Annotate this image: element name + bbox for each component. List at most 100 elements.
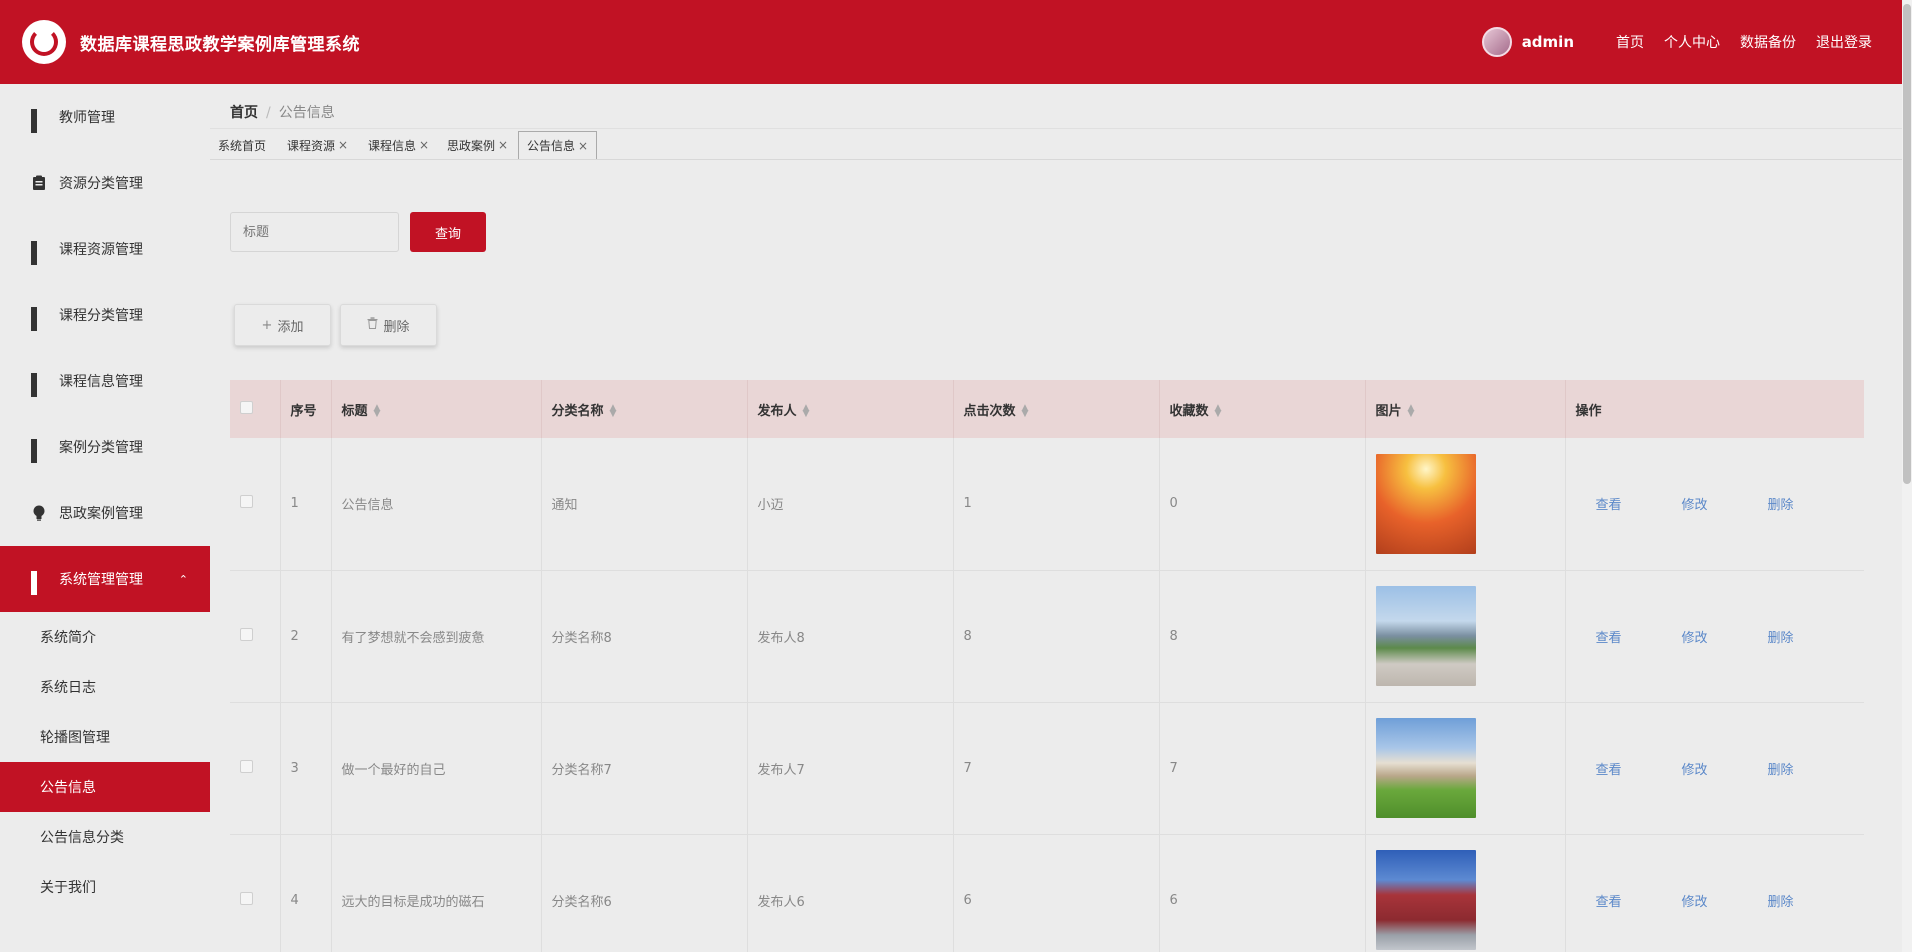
grid-icon	[31, 109, 47, 133]
col-publisher[interactable]: 发布人 ▲ ▼	[747, 380, 954, 438]
trash-icon	[367, 317, 378, 333]
close-icon[interactable]: ×	[338, 138, 348, 152]
breadcrumb: 首页 / 公告信息	[230, 105, 335, 121]
row-checkbox[interactable]	[240, 495, 253, 509]
sort-icon[interactable]: ▲ ▼	[610, 404, 617, 419]
tab-cases[interactable]: 思政案例 ×	[439, 131, 516, 159]
tab-dashboard[interactable]: 系统首页	[210, 131, 274, 159]
notice-image	[1375, 850, 1476, 950]
view-link[interactable]: 查看	[1596, 631, 1622, 646]
tab-bar: 系统首页 课程资源 × 课程信息 × 思政案例 × 公告信息 ×	[210, 128, 1902, 160]
top-link-backup[interactable]: 数据备份	[1740, 32, 1796, 52]
app-title: 数据库课程思政教学案例库管理系统	[80, 34, 360, 55]
col-image[interactable]: 图片 ▲ ▼	[1365, 380, 1566, 438]
row-checkbox[interactable]	[240, 627, 253, 641]
clipboard-icon	[31, 175, 47, 191]
sidebar-item-label: 案例分类管理	[59, 440, 143, 456]
table-row: 3 做一个最好的自己 分类名称7 发布人7 7 7 查看 修改 删除	[230, 702, 1864, 835]
notice-image	[1375, 453, 1476, 554]
sidebar-item-cases[interactable]: 思政案例管理	[0, 480, 210, 546]
sidebar-item-label: 课程信息管理	[59, 374, 143, 390]
edit-link[interactable]: 修改	[1682, 895, 1708, 910]
close-icon[interactable]: ×	[419, 138, 429, 152]
sidebar-item-label: 系统管理管理	[59, 572, 143, 588]
grid-icon	[31, 571, 47, 595]
view-link[interactable]: 查看	[1596, 895, 1622, 910]
search-button[interactable]: 查询	[410, 212, 486, 252]
sidebar-subitem-carousel[interactable]: 轮播图管理	[0, 712, 210, 762]
sidebar-item-label: 课程分类管理	[59, 308, 143, 324]
col-clicks[interactable]: 点击次数 ▲ ▼	[953, 380, 1160, 438]
table-row: 4 远大的目标是成功的磁石 分类名称6 发布人6 6 6 查看 修改 删除	[230, 834, 1864, 952]
username: admin	[1521, 33, 1574, 51]
sidebar-item-label: 思政案例管理	[59, 506, 143, 522]
delete-link[interactable]: 删除	[1768, 763, 1794, 778]
col-favs[interactable]: 收藏数 ▲ ▼	[1159, 380, 1366, 438]
add-button[interactable]: + 添加	[234, 304, 331, 346]
view-link[interactable]: 查看	[1596, 763, 1622, 778]
sidebar-item-course-categories[interactable]: 课程分类管理	[0, 282, 210, 348]
plus-icon: +	[261, 317, 273, 333]
delete-link[interactable]: 删除	[1768, 895, 1794, 910]
sort-icon[interactable]: ▲ ▼	[374, 404, 381, 419]
delete-link[interactable]: 删除	[1768, 631, 1794, 646]
notice-table: 序号 标题 ▲ ▼ 分类名称 ▲ ▼ 发布人 ▲ ▼ 点击次数 ▲ ▼ 收藏数 ▲ ▼ 图片 ▲ ▼ 操…	[230, 380, 1864, 952]
sort-icon[interactable]: ▲ ▼	[1022, 404, 1029, 419]
sidebar-item-system[interactable]: 系统管理管理 ⌃	[0, 546, 210, 612]
delete-link[interactable]: 删除	[1768, 498, 1794, 513]
sidebar-item-label: 教师管理	[59, 110, 115, 126]
sidebar-subitem-about[interactable]: 关于我们	[0, 862, 210, 912]
avatar[interactable]	[1481, 27, 1512, 57]
sidebar-item-course-resources[interactable]: 课程资源管理	[0, 216, 210, 282]
sidebar-item-case-categories[interactable]: 案例分类管理	[0, 414, 210, 480]
sort-icon[interactable]: ▲ ▼	[803, 404, 810, 419]
sidebar-item-label: 课程资源管理	[59, 242, 143, 258]
search-input[interactable]	[230, 212, 399, 252]
grid-icon	[31, 439, 47, 463]
top-header: 数据库课程思政教学案例库管理系统 admin 首页 个人中心 数据备份 退出登录	[0, 0, 1902, 84]
select-all-cell	[230, 380, 281, 438]
table-row: 1 公告信息 通知 小迈 1 0 查看 修改 删除	[230, 438, 1864, 571]
sidebar-subitem-notice[interactable]: 公告信息	[0, 762, 210, 812]
top-link-logout[interactable]: 退出登录	[1816, 32, 1872, 52]
sidebar-item-teachers[interactable]: 教师管理	[0, 84, 210, 150]
edit-link[interactable]: 修改	[1682, 631, 1708, 646]
sidebar-item-label: 资源分类管理	[59, 176, 143, 192]
table-header-row: 序号 标题 ▲ ▼ 分类名称 ▲ ▼ 发布人 ▲ ▼ 点击次数 ▲ ▼ 收藏数 ▲ ▼ 图片 ▲ ▼ 操…	[230, 380, 1864, 438]
close-icon[interactable]: ×	[578, 139, 588, 153]
col-category[interactable]: 分类名称 ▲ ▼	[541, 380, 748, 438]
row-checkbox[interactable]	[240, 891, 253, 905]
edit-link[interactable]: 修改	[1682, 498, 1708, 513]
close-icon[interactable]: ×	[498, 138, 508, 152]
chevron-up-icon[interactable]: ⌃	[179, 573, 188, 586]
delete-button[interactable]: 删除	[340, 304, 437, 346]
sidebar: 教师管理 资源分类管理 课程资源管理 课程分类管理 课程信息管理 案例分类管理 …	[0, 84, 210, 952]
top-link-profile[interactable]: 个人中心	[1664, 32, 1720, 52]
breadcrumb-home[interactable]: 首页	[230, 105, 258, 121]
scroll-thumb[interactable]	[1903, 4, 1911, 484]
sidebar-subitem-notice-category[interactable]: 公告信息分类	[0, 812, 210, 862]
table-row: 2 有了梦想就不会感到疲惫 分类名称8 发布人8 8 8 查看 修改 删除	[230, 570, 1864, 703]
view-link[interactable]: 查看	[1596, 498, 1622, 513]
col-actions: 操作	[1565, 380, 1864, 438]
col-no: 序号	[280, 380, 332, 438]
col-title[interactable]: 标题 ▲ ▼	[331, 380, 542, 438]
tab-notice[interactable]: 公告信息 ×	[518, 131, 598, 159]
notice-image	[1375, 586, 1476, 686]
sidebar-subitem-log[interactable]: 系统日志	[0, 662, 210, 712]
sidebar-item-resource-categories[interactable]: 资源分类管理	[0, 150, 210, 216]
grid-icon	[31, 241, 47, 265]
bulb-icon	[31, 505, 47, 521]
sort-icon[interactable]: ▲ ▼	[1215, 404, 1222, 419]
tab-course-resources[interactable]: 课程资源 ×	[279, 131, 356, 159]
sort-icon[interactable]: ▲ ▼	[1408, 404, 1415, 419]
tab-course-info[interactable]: 课程信息 ×	[360, 131, 437, 159]
sidebar-item-course-info[interactable]: 课程信息管理	[0, 348, 210, 414]
row-checkbox[interactable]	[240, 759, 253, 773]
app-logo-icon	[22, 20, 66, 64]
top-link-home[interactable]: 首页	[1616, 32, 1644, 52]
edit-link[interactable]: 修改	[1682, 763, 1708, 778]
select-all-checkbox[interactable]	[240, 400, 253, 414]
page-scrollbar[interactable]	[1902, 0, 1912, 952]
sidebar-subitem-intro[interactable]: 系统简介	[0, 612, 210, 662]
